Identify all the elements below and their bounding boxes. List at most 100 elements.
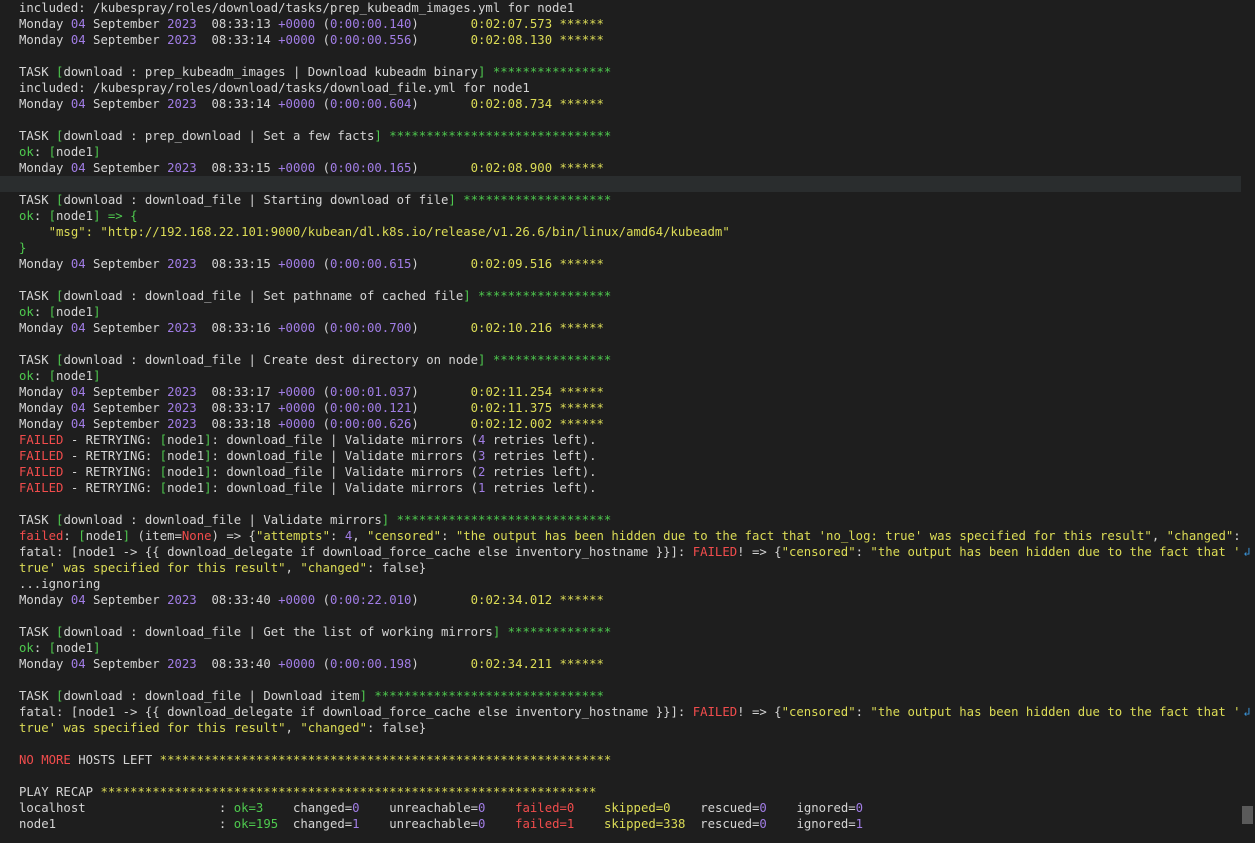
- terminal-text: Monday: [19, 657, 71, 671]
- terminal-text: 0:00:00.556: [329, 33, 412, 47]
- terminal-text: 08:33:17: [196, 385, 279, 399]
- terminal-line: TASK [download : prep_kubeadm_images | D…: [19, 64, 1241, 80]
- terminal-text: ,: [352, 529, 368, 543]
- terminal-text: ok=195: [233, 817, 279, 831]
- terminal-text: :: [33, 145, 49, 159]
- terminal-line: Monday 04 September 2023 08:33:13 +0000 …: [19, 16, 1241, 32]
- terminal-text: 2023: [167, 657, 197, 671]
- terminal-text: PLAY RECAP: [19, 785, 101, 799]
- terminal-line: ok: [node1]: [19, 304, 1241, 320]
- terminal-text: NO MORE: [19, 753, 71, 767]
- terminal-text: ): [411, 417, 471, 431]
- terminal-text: "censored": [781, 545, 856, 559]
- terminal-text: ] ******************: [463, 289, 612, 303]
- terminal-text: September: [85, 161, 168, 175]
- terminal-text: TASK: [19, 513, 57, 527]
- terminal-text: node1: [56, 641, 94, 655]
- terminal-text: +0000: [278, 657, 316, 671]
- terminal-text: Monday: [19, 401, 71, 415]
- terminal-text: [: [159, 465, 168, 479]
- terminal-text: Monday: [19, 417, 71, 431]
- terminal-text: Monday: [19, 385, 71, 399]
- terminal-text: ] *******************************: [359, 689, 604, 703]
- terminal-text: download : prep_download | Set a few fac…: [63, 129, 375, 143]
- terminal-line: TASK [download : prep_download | Set a f…: [19, 128, 1241, 144]
- terminal-text: failed=1: [515, 817, 575, 831]
- terminal-text: TASK: [19, 129, 57, 143]
- terminal-text: 0:02:11.254 ******: [470, 385, 604, 399]
- terminal-line: Monday 04 September 2023 08:33:16 +0000 …: [19, 320, 1241, 336]
- terminal-line: ...ignoring: [19, 576, 1241, 592]
- terminal-text: 08:33:15: [196, 161, 279, 175]
- terminal-text: ] ****************: [478, 353, 612, 367]
- terminal-text: - RETRYING:: [63, 481, 160, 495]
- terminal-text: +0000: [278, 593, 316, 607]
- scrollbar-thumb[interactable]: [1242, 806, 1253, 824]
- terminal-text: 0:00:01.037: [329, 385, 412, 399]
- terminal-text: September: [85, 385, 168, 399]
- terminal-window[interactable]: { "palette": { "default": "#d4d4d4", "gr…: [0, 0, 1255, 843]
- terminal-text: FAILED: [19, 481, 64, 495]
- terminal-text: 04: [70, 657, 86, 671]
- terminal-text: ): [411, 97, 471, 111]
- terminal-line: NO MORE HOSTS LEFT *********************…: [19, 752, 1241, 768]
- terminal-text: ): [411, 257, 471, 271]
- terminal-text: 0: [759, 801, 767, 815]
- terminal-text: 0:02:12.002 ******: [470, 417, 604, 431]
- terminal-text: Monday: [19, 593, 71, 607]
- terminal-text: September: [85, 97, 168, 111]
- terminal-text: 08:33:13: [196, 17, 279, 31]
- terminal-text: 0:02:11.375 ******: [470, 401, 604, 415]
- terminal-line: localhost : ok=3 changed=0 unreachable=0…: [19, 800, 1241, 816]
- terminal-text: [: [159, 449, 168, 463]
- terminal-text: [: [159, 481, 168, 495]
- terminal-line: Monday 04 September 2023 08:33:14 +0000 …: [19, 96, 1241, 112]
- terminal-text: 0:00:00.165: [329, 161, 412, 175]
- terminal-text: ok: [19, 369, 34, 383]
- terminal-text: 1: [352, 817, 360, 831]
- terminal-text: ok: [19, 641, 34, 655]
- terminal-line: FAILED - RETRYING: [node1]: download_fil…: [19, 480, 1241, 496]
- terminal-text: download : download_file | Create dest d…: [63, 353, 479, 367]
- terminal-text: 0: [352, 801, 360, 815]
- terminal-text: ) => {: [211, 529, 256, 543]
- terminal-text: ,: [285, 721, 301, 735]
- terminal-text: None: [181, 529, 212, 543]
- terminal-line: Monday 04 September 2023 08:33:15 +0000 …: [19, 160, 1241, 176]
- terminal-text: included: /kubespray/roles/download/task…: [19, 1, 575, 15]
- terminal-line: true' was specified for this result", "c…: [19, 560, 1241, 576]
- terminal-text: [: [48, 305, 57, 319]
- terminal-text: ]: [93, 305, 101, 319]
- terminal-text: skipped=338: [603, 817, 686, 831]
- terminal-text: (: [315, 593, 330, 607]
- terminal-text: 04: [70, 97, 86, 111]
- terminal-text: 04: [70, 257, 86, 271]
- terminal-text: 2023: [167, 417, 197, 431]
- terminal-text: : download_file | Validate mirrors (: [211, 481, 479, 495]
- terminal-text: 04: [70, 385, 86, 399]
- terminal-text: 04: [70, 33, 86, 47]
- terminal-text: TASK: [19, 689, 57, 703]
- terminal-text: download : download_file | Starting down…: [63, 193, 449, 207]
- terminal-text: ,: [1151, 529, 1167, 543]
- terminal-text: ]: [204, 481, 212, 495]
- terminal-text: changed=: [263, 801, 353, 815]
- terminal-text: (: [315, 417, 330, 431]
- terminal-text: node1: [85, 529, 123, 543]
- terminal-text: FAILED: [19, 465, 64, 479]
- terminal-text: 04: [70, 593, 86, 607]
- terminal-text: - RETRYING:: [63, 433, 160, 447]
- terminal-text: September: [85, 17, 168, 31]
- terminal-text: 0:02:09.516 ******: [470, 257, 604, 271]
- terminal-text: :: [33, 305, 49, 319]
- terminal-text: +0000: [278, 17, 316, 31]
- terminal-text: :: [33, 369, 49, 383]
- terminal-text: included: /kubespray/roles/download/task…: [19, 81, 530, 95]
- terminal-text: retries left).: [485, 481, 597, 495]
- terminal-line: PLAY RECAP *****************************…: [19, 784, 1241, 800]
- terminal-text: ,: [285, 561, 301, 575]
- terminal-line: node1 : ok=195 changed=1 unreachable=0 f…: [19, 816, 1241, 832]
